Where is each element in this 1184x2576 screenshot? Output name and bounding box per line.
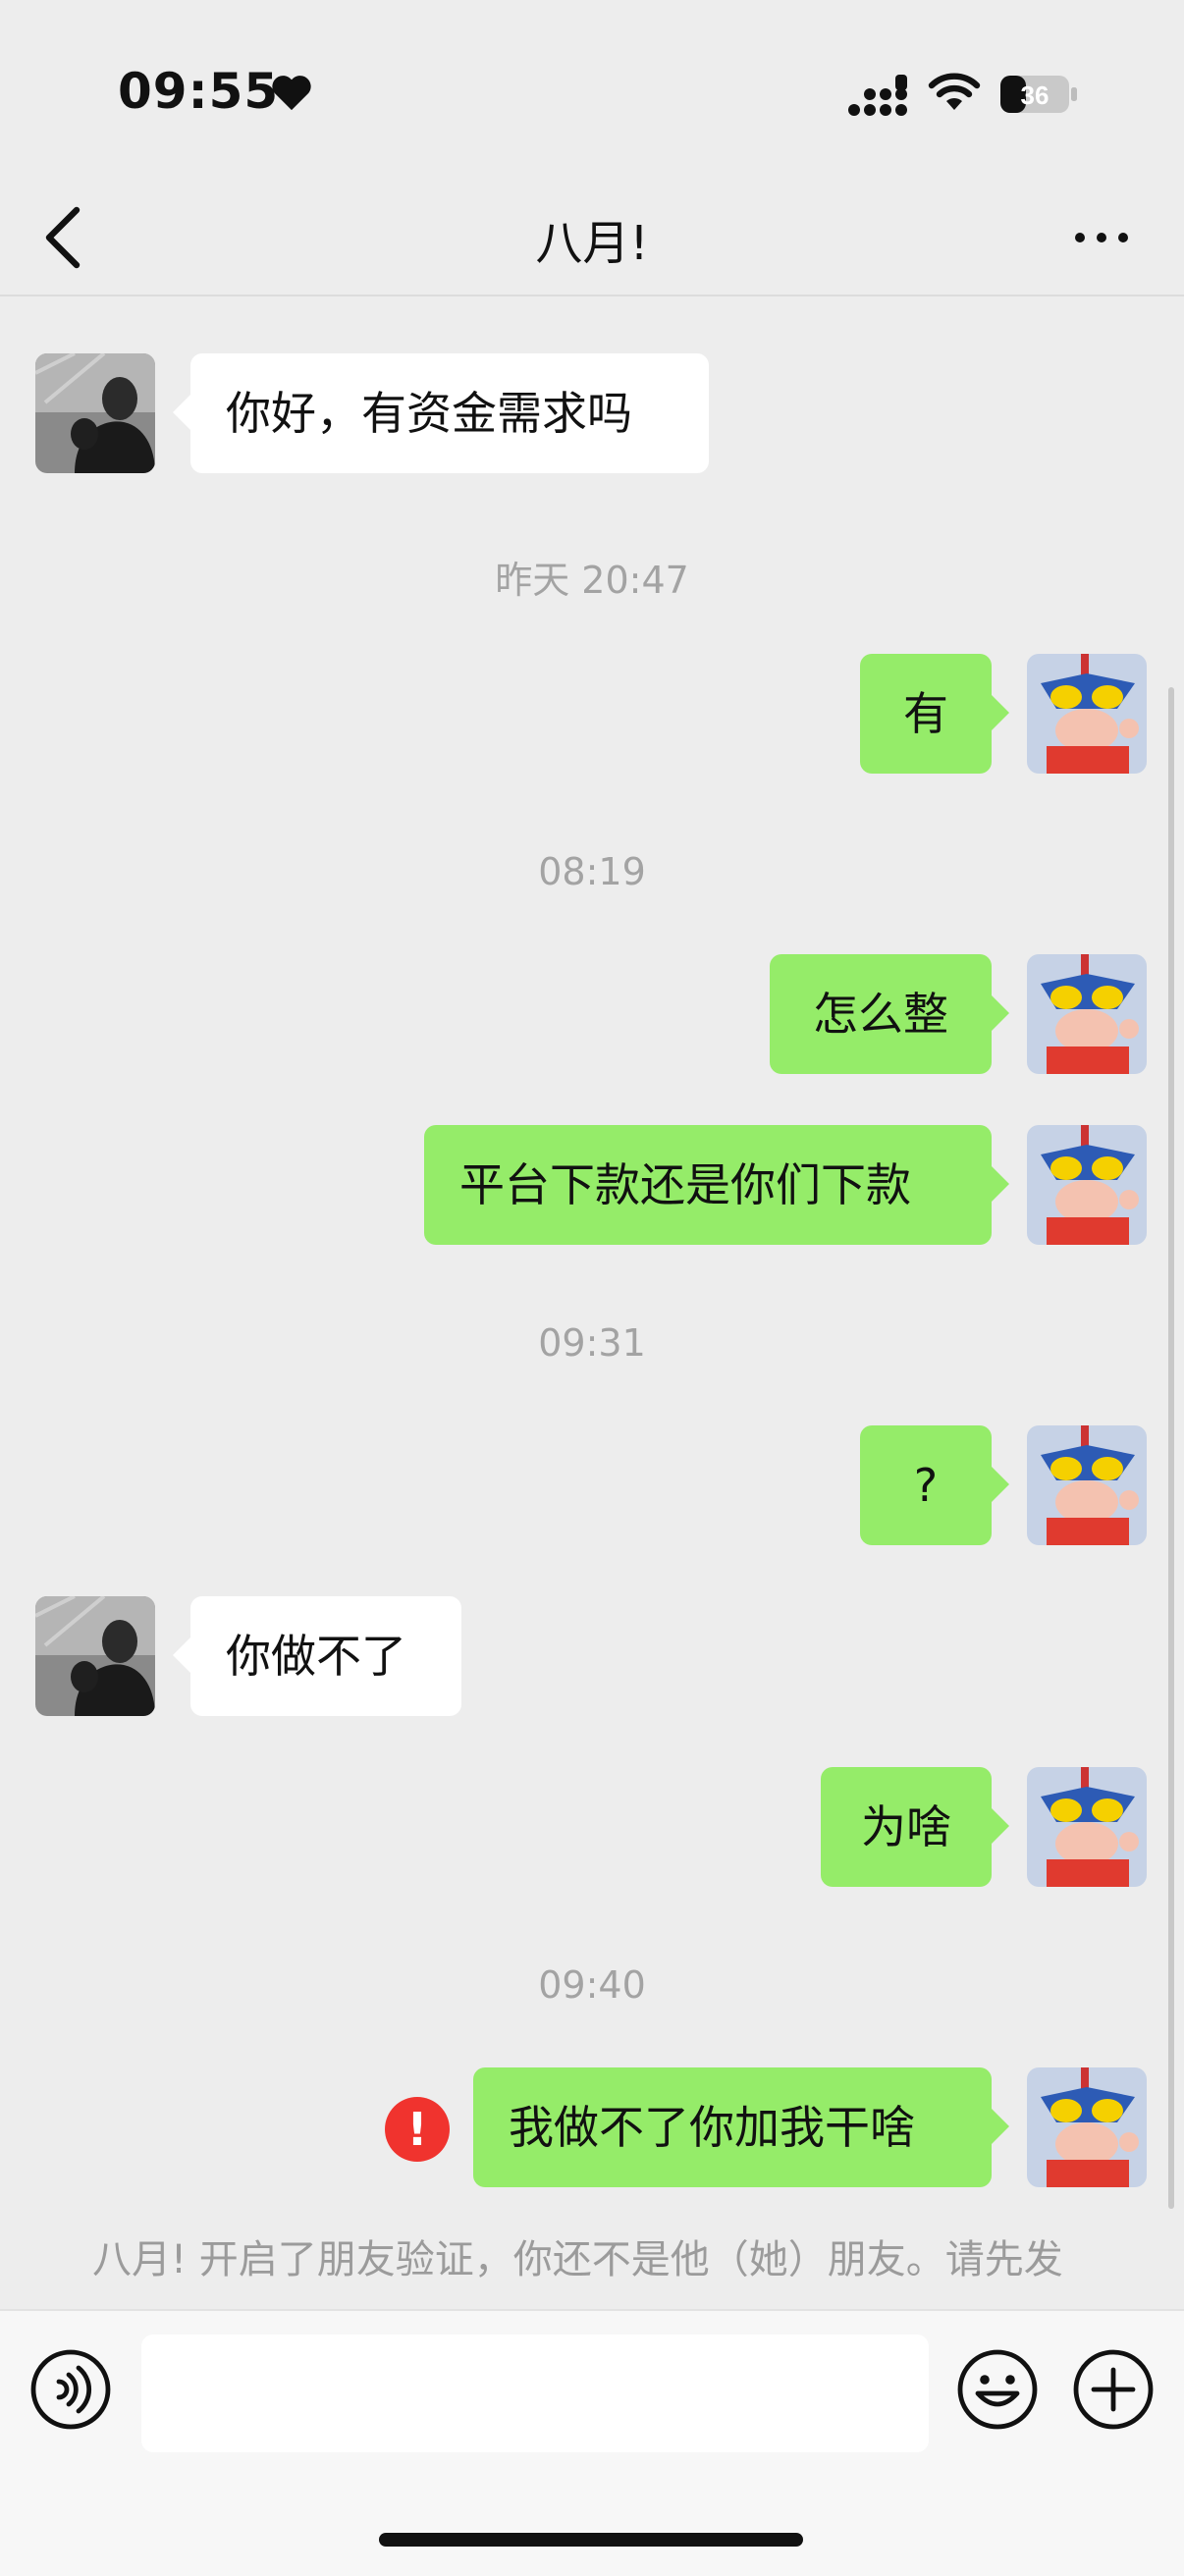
message-bubble-outgoing[interactable]: 怎么整 [770,954,1009,1074]
timestamp: 昨天 20:47 [495,559,689,602]
timestamp: 08:19 [538,850,646,893]
send-failed-icon[interactable]: ! [385,2097,450,2162]
message-bubble-outgoing[interactable]: 有 [860,654,1009,774]
home-indicator [379,2533,803,2547]
scrollbar[interactable] [1168,687,1174,2209]
system-notice: 八月! 开启了朋友验证，你还不是他（她）朋友。请先发 [92,2237,1063,2282]
my-avatar[interactable] [1027,654,1147,774]
message-bubble-incoming[interactable]: 你做不了 [173,1596,461,1716]
my-avatar[interactable] [1027,2067,1147,2187]
more-icon[interactable] [1074,226,1129,249]
message-bubble-outgoing[interactable]: ? [860,1425,1009,1545]
timestamp: 09:40 [538,1963,646,2007]
heart-icon [272,76,311,111]
battery-icon: 36 [1000,76,1077,113]
contact-avatar[interactable] [35,353,155,473]
message-bubble-outgoing[interactable]: 平台下款还是你们下款 [424,1125,1009,1245]
contact-avatar[interactable] [35,1596,155,1716]
message-bubble-incoming[interactable]: 你好，有资金需求吗 [173,353,709,473]
message-input[interactable] [141,2334,929,2452]
voice-icon[interactable] [29,2348,112,2431]
message-bubble-outgoing[interactable]: 我做不了你加我干啥 [473,2067,1009,2187]
emoji-icon[interactable] [956,2348,1039,2431]
wifi-icon [928,73,981,110]
status-bar: 09:55 36 [0,0,1184,187]
signal-icon [848,75,907,116]
message-bubble-outgoing[interactable]: 为啥 [821,1767,1009,1887]
chat-title: 八月! [535,216,649,271]
status-time: 09:55 [118,63,280,120]
my-avatar[interactable] [1027,1125,1147,1245]
timestamp: 09:31 [538,1321,646,1365]
my-avatar[interactable] [1027,954,1147,1074]
plus-icon[interactable] [1072,2348,1155,2431]
battery-level: 36 [1021,80,1049,110]
my-avatar[interactable] [1027,1425,1147,1545]
chat-header: 八月! [0,187,1184,296]
my-avatar[interactable] [1027,1767,1147,1887]
